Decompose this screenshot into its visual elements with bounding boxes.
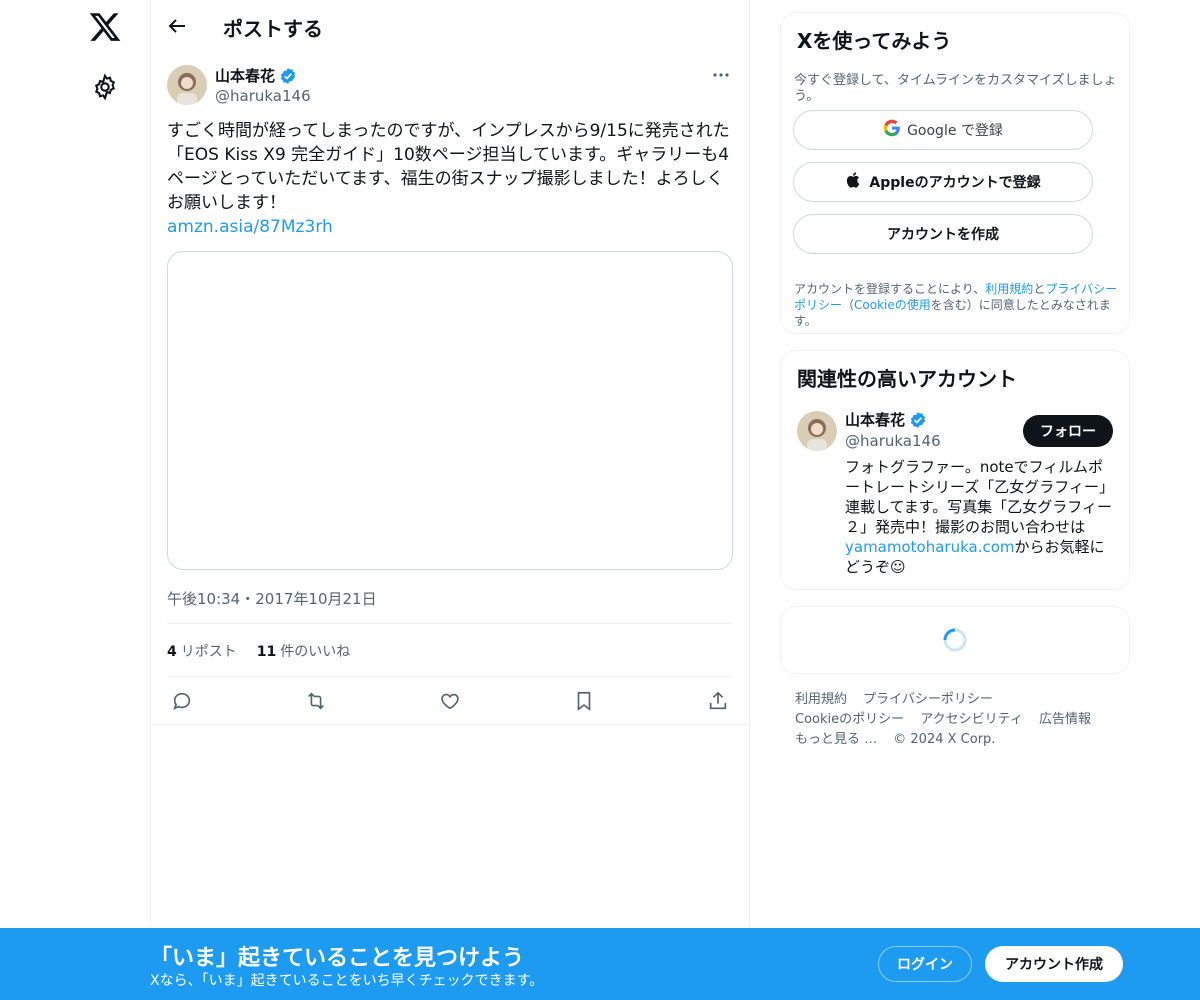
follow-button[interactable]: フォロー <box>1023 415 1113 447</box>
apple-icon <box>845 171 863 193</box>
avatar[interactable] <box>797 411 837 451</box>
header: ポストする <box>151 0 749 53</box>
post-actions <box>167 688 733 714</box>
login-button[interactable]: ログイン <box>878 946 972 982</box>
post-timestamp[interactable]: 午後10:34・2017年10月21日 <box>167 588 377 609</box>
terms-link[interactable]: 利用規約 <box>985 282 1033 296</box>
post-author: 山本春花 @haruka146 <box>167 65 733 107</box>
signup-banner: 「いま」起きていることを見つけよう Xなら、「いま」起きていることをいち早くチェ… <box>0 928 1200 1000</box>
post-link[interactable]: amzn.asia/87Mz3rh <box>167 215 733 239</box>
google-signup-label: Google で登録 <box>907 123 1003 139</box>
footer-link[interactable]: Cookieのポリシー <box>795 712 904 727</box>
signup-button[interactable]: アカウント作成 <box>985 946 1123 982</box>
loading-card <box>780 606 1130 674</box>
related-accounts-card: 関連性の高いアカウント 山本春花 @haruka146 フォロー フォトグラファ… <box>780 350 1130 590</box>
post-body: すごく時間が経ってしまったのですが、インプレスから9/15に発売された「EOS … <box>167 119 733 239</box>
x-logo-icon[interactable] <box>88 10 122 44</box>
related-bio: フォトグラファー。noteでフィルムポートレートシリーズ「乙女グラフィー」連載し… <box>845 457 1117 577</box>
footer-link[interactable]: 利用規約 <box>795 692 847 707</box>
related-title: 関連性の高いアカウント <box>797 367 1017 391</box>
post-text: すごく時間が経ってしまったのですが、インプレスから9/15に発売された「EOS … <box>167 121 730 213</box>
footer-link[interactable]: プライバシーポリシー <box>863 692 993 707</box>
footer-link[interactable]: 広告情報 <box>1039 712 1091 727</box>
divider <box>167 676 733 677</box>
main-column: ポストする 山本春花 @haruka146 すごく時間が経ってしまったのですが、… <box>150 0 750 1000</box>
more-options-icon[interactable] <box>709 65 733 85</box>
banner-title: 「いま」起きていることを見つけよう <box>150 946 525 971</box>
likes-count: 11 <box>256 644 277 660</box>
google-signup-button[interactable]: Google で登録 <box>793 110 1093 150</box>
author-name[interactable]: 山本春花 <box>215 65 275 86</box>
cookie-link[interactable]: Cookieの使用 <box>854 298 931 312</box>
like-icon[interactable] <box>437 688 463 714</box>
post-stats: 4 リポスト 11 件のいいね <box>167 641 350 661</box>
banner-subtitle: Xなら、「いま」起きていることをいち早くチェックできます。 <box>150 973 544 989</box>
author-name-row[interactable]: 山本春花 <box>215 65 297 86</box>
reposts-stat[interactable]: 4 リポスト <box>167 641 237 661</box>
related-handle[interactable]: @haruka146 <box>845 432 941 450</box>
left-nav <box>0 0 150 1000</box>
bio-text: フォトグラファー。noteでフィルムポートレートシリーズ「乙女グラフィー」連載し… <box>845 458 1114 536</box>
gear-icon[interactable] <box>91 73 119 101</box>
author-handle[interactable]: @haruka146 <box>215 87 311 105</box>
share-icon[interactable] <box>705 688 731 714</box>
avatar[interactable] <box>167 65 207 105</box>
bookmark-icon[interactable] <box>571 688 597 714</box>
create-account-label: アカウントを作成 <box>887 227 999 243</box>
terms-and: と <box>1033 282 1046 296</box>
footer-links: 利用規約 プライバシーポリシー Cookieのポリシー アクセシビリティ 広告情… <box>795 690 1115 750</box>
verified-badge-icon <box>279 67 297 85</box>
signup-card: Xを使ってみよう 今すぐ登録して、タイムラインをカスタマイズしましょう。 Goo… <box>780 12 1130 334</box>
copyright: © 2024 X Corp. <box>893 732 996 747</box>
related-name-row[interactable]: 山本春花 <box>845 409 927 430</box>
loading-spinner-icon <box>942 627 968 653</box>
divider <box>151 724 749 725</box>
page-title: ポストする <box>223 17 323 41</box>
create-account-button[interactable]: アカウントを作成 <box>793 214 1093 254</box>
google-icon <box>883 119 901 141</box>
bio-link[interactable]: yamamotoharuka.com <box>845 538 1015 556</box>
verified-badge-icon <box>909 411 927 429</box>
likes-stat[interactable]: 11 件のいいね <box>257 641 350 661</box>
reply-icon[interactable] <box>169 688 195 714</box>
arrow-left-icon[interactable] <box>165 14 189 38</box>
signup-title: Xを使ってみよう <box>797 29 952 53</box>
divider <box>167 623 733 624</box>
terms-paren: （ <box>842 298 855 312</box>
reposts-label: リポスト <box>180 644 237 660</box>
terms-prefix: アカウントを登録することにより、 <box>794 282 986 296</box>
likes-label: 件のいいね <box>280 644 351 660</box>
footer-link[interactable]: もっと見る … <box>795 732 877 747</box>
repost-icon[interactable] <box>303 688 329 714</box>
reposts-count: 4 <box>167 644 177 660</box>
media-card[interactable] <box>167 251 733 570</box>
apple-signup-button[interactable]: Appleのアカウントで登録 <box>793 162 1093 202</box>
signup-subtitle: 今すぐ登録して、タイムラインをカスタマイズしましょう。 <box>794 73 1117 104</box>
related-name[interactable]: 山本春花 <box>845 409 905 430</box>
terms-text: アカウントを登録することにより、利用規約とプライバシーポリシー（Cookieの使… <box>794 281 1122 329</box>
apple-signup-label: Appleのアカウントで登録 <box>869 175 1041 191</box>
footer-link[interactable]: アクセシビリティ <box>920 712 1023 727</box>
